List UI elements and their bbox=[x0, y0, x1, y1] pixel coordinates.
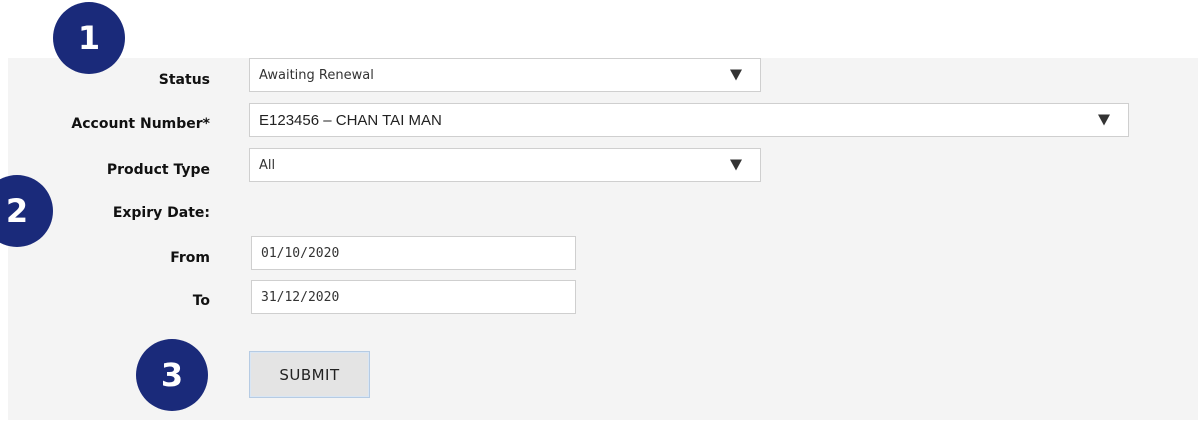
status-select[interactable]: Awaiting Renewal bbox=[249, 58, 761, 92]
product-type-selected-value: All bbox=[259, 157, 276, 173]
dropdown-arrow-icon bbox=[1098, 114, 1110, 126]
to-date-value: 31/12/2020 bbox=[261, 289, 340, 305]
step-badge-3: 3 bbox=[136, 339, 208, 411]
from-date-label: From bbox=[170, 250, 210, 266]
from-date-value: 01/10/2020 bbox=[261, 245, 340, 261]
to-date-input[interactable]: 31/12/2020 bbox=[251, 280, 576, 314]
expiry-date-label: Expiry Date: bbox=[112, 205, 210, 221]
account-number-selected-value: E123456 – CHAN TAI MAN bbox=[259, 111, 442, 129]
product-type-select[interactable]: All bbox=[249, 148, 761, 182]
product-type-label: Product Type bbox=[106, 162, 210, 178]
submit-button[interactable]: SUBMIT bbox=[249, 351, 370, 398]
account-number-label: Account Number* bbox=[71, 116, 210, 132]
dropdown-arrow-icon bbox=[730, 69, 742, 81]
from-date-input[interactable]: 01/10/2020 bbox=[251, 236, 576, 270]
step-number: 3 bbox=[160, 356, 184, 394]
step-number: 2 bbox=[5, 192, 29, 230]
dropdown-arrow-icon bbox=[730, 159, 742, 171]
to-date-label: To bbox=[192, 293, 210, 309]
step-badge-1: 1 bbox=[53, 2, 125, 74]
status-label: Status bbox=[158, 72, 210, 88]
step-number: 1 bbox=[77, 19, 101, 57]
account-number-select[interactable]: E123456 – CHAN TAI MAN bbox=[249, 103, 1129, 137]
status-selected-value: Awaiting Renewal bbox=[259, 67, 374, 83]
